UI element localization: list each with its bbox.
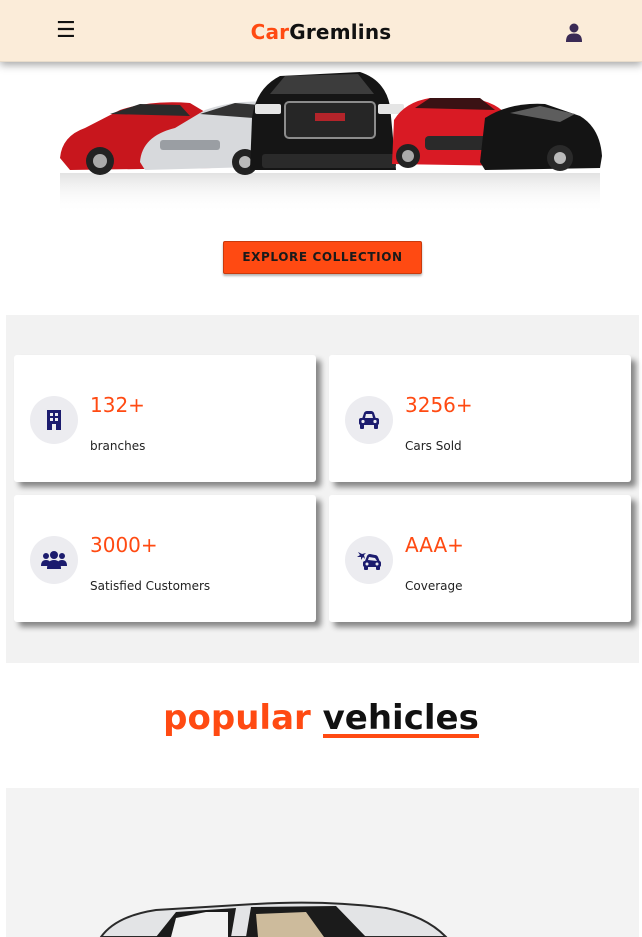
vehicle-image bbox=[99, 901, 448, 937]
stat-value: 3000+ bbox=[90, 533, 158, 557]
cars-lineup-image bbox=[60, 72, 602, 213]
heading-word-popular: popular bbox=[163, 698, 311, 738]
brand-text-gremlins: Gremlins bbox=[289, 20, 392, 44]
stats-section: 132+ branches 3256+ Cars Sold 3000+ Sati… bbox=[6, 315, 639, 663]
stat-label: Coverage bbox=[405, 579, 463, 593]
brand-logo[interactable]: CarGremlins bbox=[0, 20, 642, 44]
brand-text-car: Car bbox=[250, 20, 290, 44]
explore-collection-button[interactable]: EXPLORE COLLECTION bbox=[223, 241, 422, 274]
top-navbar: ☰ CarGremlins bbox=[0, 0, 642, 62]
stat-card-branches: 132+ branches bbox=[14, 355, 316, 482]
stat-value: AAA+ bbox=[405, 533, 464, 557]
stat-label: branches bbox=[90, 439, 146, 453]
heading-word-vehicles: vehicles bbox=[322, 698, 480, 738]
stat-card-coverage: AAA+ Coverage bbox=[329, 495, 631, 622]
stat-icon-circle bbox=[30, 396, 78, 444]
car-icon bbox=[359, 411, 379, 429]
users-icon bbox=[41, 551, 67, 569]
building-icon bbox=[47, 410, 61, 430]
popular-vehicles-heading: popular vehicles bbox=[0, 698, 642, 738]
user-icon[interactable] bbox=[564, 22, 584, 42]
stat-icon-circle bbox=[345, 396, 393, 444]
stat-label: Satisfied Customers bbox=[90, 579, 211, 593]
stat-value: 3256+ bbox=[405, 393, 473, 417]
stat-card-satisfied-customers: 3000+ Satisfied Customers bbox=[14, 495, 316, 622]
stat-value: 132+ bbox=[90, 393, 145, 417]
car-crash-icon bbox=[357, 552, 381, 570]
stat-card-cars-sold: 3256+ Cars Sold bbox=[329, 355, 631, 482]
stat-label: Cars Sold bbox=[405, 439, 462, 453]
stat-icon-circle bbox=[345, 536, 393, 584]
stat-icon-circle bbox=[30, 536, 78, 584]
vehicle-card-preview[interactable] bbox=[6, 788, 639, 937]
